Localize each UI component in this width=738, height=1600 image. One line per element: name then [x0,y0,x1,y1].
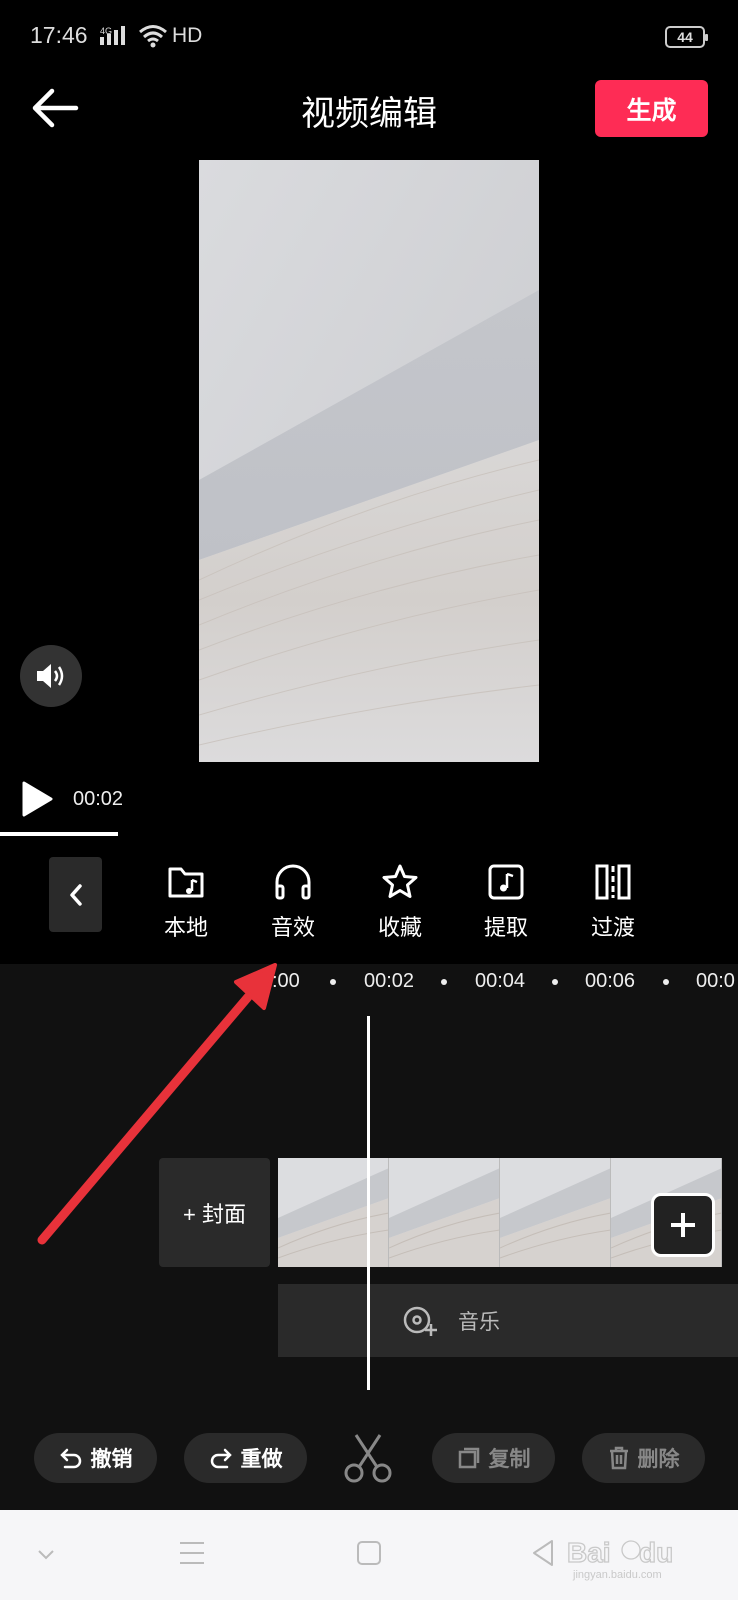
folder-music-icon [168,867,204,898]
wifi-icon [138,24,168,53]
generate-button[interactable]: 生成 [595,80,708,137]
ruler-tick-label: 00:02 [364,970,415,992]
tool-favorites[interactable]: 收藏 [355,852,445,942]
add-cover-button[interactable]: + 封面 [159,1158,270,1267]
playback-progress[interactable] [0,832,118,836]
menu-icon [180,1542,204,1564]
system-nav-bar: Bai du jingyan.baidu.com [0,1510,738,1600]
tool-label: 过渡 [590,915,635,940]
redo-label: 重做 [240,1448,283,1471]
cellular-signal-icon: 4G [100,25,132,52]
ruler-dot [330,979,336,985]
nav-home-button[interactable] [356,1540,382,1571]
tool-label: 本地 [163,915,208,940]
delete-label: 删除 [637,1448,680,1471]
battery-icon: 44 [665,26,708,48]
music-track-label: 音乐 [458,1310,500,1334]
ruler-dot [663,979,669,985]
tool-sound-effects[interactable]: 音效 [248,852,338,942]
tool-label: 提取 [483,915,528,940]
add-clip-button[interactable] [651,1193,715,1257]
plus-icon [671,1213,695,1237]
copy-button[interactable]: 复制 [432,1433,555,1483]
clip-thumbnail [278,1158,389,1267]
edit-actions-bar: 撤销 重做 复制 删除 [0,1420,738,1510]
tool-transition[interactable]: 过渡 [568,852,658,942]
nav-collapse-button[interactable] [36,1548,56,1566]
home-square-icon [357,1541,381,1565]
ruler-tick-label: :00 [272,970,300,992]
play-icon [22,781,53,817]
tool-label: 音效 [270,915,315,940]
add-music-icon [403,1306,437,1336]
svg-text:du: du [639,1537,673,1568]
copy-icon [458,1447,479,1469]
ruler-dot [441,979,447,985]
svg-text:Bai: Bai [567,1537,611,1568]
video-preview[interactable] [199,160,539,762]
video-frame-image [199,160,539,762]
chevron-down-icon [38,1550,54,1560]
split-button[interactable] [342,1431,394,1485]
ruler-tick-label: 00:0 [696,970,735,992]
ruler-tick-label: 00:04 [475,970,526,992]
trash-icon [609,1446,628,1470]
status-time: 17:46 [30,22,88,48]
music-note-icon [488,864,524,900]
undo-label: 撤销 [90,1448,133,1471]
headphones-icon [275,864,311,900]
battery-level: 44 [677,29,693,45]
ruler-tick-label: 00:06 [585,970,636,992]
play-button[interactable] [20,780,54,818]
transition-icon [595,864,631,900]
clip-thumbnail [500,1158,611,1267]
hd-indicator: HD [172,24,203,47]
playhead[interactable] [367,1016,370,1390]
triangle-back-icon [533,1540,553,1566]
speaker-icon [37,664,64,688]
tool-label: 收藏 [377,915,422,940]
svg-text:jingyan.baidu.com: jingyan.baidu.com [572,1569,662,1581]
ruler-dot [552,979,558,985]
tool-local[interactable]: 本地 [141,852,231,942]
watermark-logo: Bai du jingyan.baidu.com [566,1536,674,1581]
clip-thumbnail [389,1158,500,1267]
undo-button[interactable]: 撤销 [34,1433,157,1483]
nav-menu-button[interactable] [178,1540,206,1571]
undo-icon [59,1448,81,1469]
baidu-watermark: Bai du jingyan.baidu.com [565,1532,705,1587]
nav-back-button[interactable] [530,1538,556,1573]
redo-icon [210,1448,232,1469]
scissors-icon [344,1434,392,1483]
chevron-left-icon [69,883,82,906]
collapse-toolbar-button[interactable] [49,857,102,932]
star-icon [382,864,418,898]
copy-label: 复制 [488,1448,531,1471]
tool-extract[interactable]: 提取 [461,852,551,942]
status-bar: 17:46 4G HD 44 [0,0,738,74]
timeline[interactable]: :00 00:02 00:04 00:06 00:0 + 封面 音乐 [0,964,738,1420]
current-time: 00:02 [73,788,124,810]
redo-button[interactable]: 重做 [184,1433,307,1483]
add-music-track[interactable]: 音乐 [278,1284,738,1357]
delete-button[interactable]: 删除 [582,1433,705,1483]
volume-button[interactable] [20,645,82,707]
